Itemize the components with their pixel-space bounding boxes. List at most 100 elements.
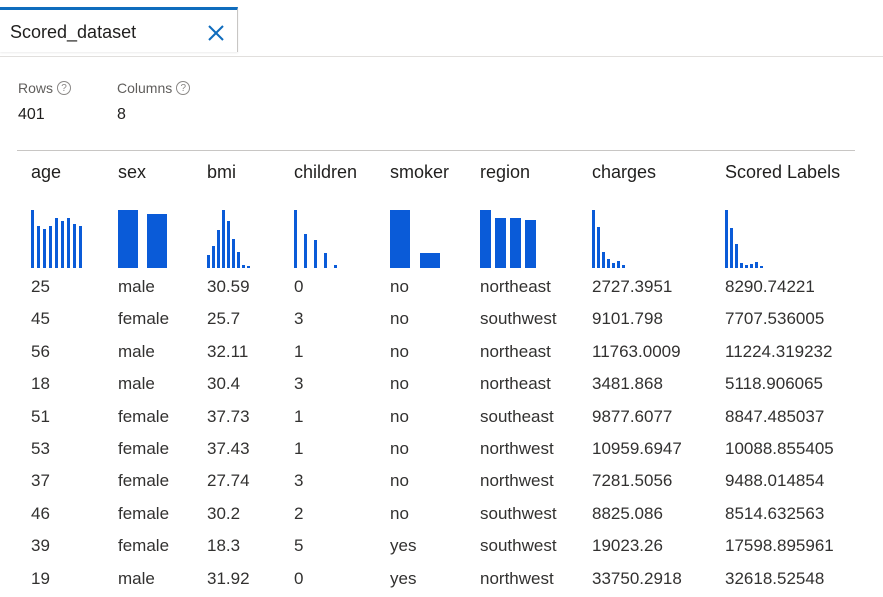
histogram-bar xyxy=(49,226,52,268)
histogram-bar xyxy=(420,253,440,268)
table-cell: 0 xyxy=(294,277,304,296)
table-cell: no xyxy=(390,504,409,523)
table-cell: 30.2 xyxy=(207,504,241,523)
table-cell: 7281.5056 xyxy=(592,471,673,490)
table-cell: 19023.26 xyxy=(592,536,663,555)
table-cell: 1 xyxy=(294,439,304,458)
table-cell: 32618.52548 xyxy=(725,569,825,588)
table-cell: male xyxy=(118,569,155,588)
close-icon[interactable] xyxy=(205,22,227,44)
help-icon[interactable]: ? xyxy=(176,81,191,95)
histogram-bar xyxy=(612,263,615,268)
histogram-bar xyxy=(31,210,34,268)
table-cell: 31.92 xyxy=(207,569,250,588)
histogram-bar xyxy=(147,214,167,268)
histogram-bar xyxy=(592,210,595,268)
table-cell: northeast xyxy=(480,342,551,361)
table-cell: northeast xyxy=(480,374,551,393)
table-cell: 7707.536005 xyxy=(725,309,825,328)
tab-scored-dataset[interactable]: Scored_dataset xyxy=(0,7,238,52)
table-cell: 3481.868 xyxy=(592,374,663,393)
histogram-bar xyxy=(480,210,491,268)
table-cell: 0 xyxy=(294,569,304,588)
table-cell: 51 xyxy=(31,407,50,426)
histogram-bar xyxy=(607,259,610,268)
column-header[interactable]: charges xyxy=(592,162,656,183)
table-cell: no xyxy=(390,374,409,393)
table-cell: 53 xyxy=(31,439,50,458)
table-cell: northwest xyxy=(480,471,554,490)
histogram-bar xyxy=(118,210,138,268)
table-cell: female xyxy=(118,439,170,458)
column-header[interactable]: smoker xyxy=(390,162,449,183)
tab-bar: Scored_dataset xyxy=(0,0,883,57)
histogram-bar xyxy=(510,218,521,268)
help-icon[interactable]: ? xyxy=(57,81,72,95)
table-cell: 19 xyxy=(31,569,50,588)
columns-value: 8 xyxy=(117,106,126,123)
column-header[interactable]: children xyxy=(294,162,357,183)
table-cell: 1 xyxy=(294,407,304,426)
histogram-bar xyxy=(755,262,758,268)
table-cell: no xyxy=(390,277,409,296)
table-cell: 32.11 xyxy=(207,342,249,361)
histogram-bar xyxy=(597,227,600,268)
rows-stat: Rows ? 401 xyxy=(18,80,72,124)
table-cell: southwest xyxy=(480,504,557,523)
histogram-bar xyxy=(242,265,245,268)
histogram-bar xyxy=(227,221,230,268)
column-header[interactable]: sex xyxy=(118,162,146,183)
histogram-bar xyxy=(294,210,297,268)
table-cell: no xyxy=(390,309,409,328)
histogram-bar xyxy=(304,234,307,268)
table-cell: 56 xyxy=(31,342,50,361)
table-cell: northwest xyxy=(480,569,554,588)
histogram-bar xyxy=(495,218,506,268)
table-cell: 3 xyxy=(294,309,304,328)
table-cell: 9488.014854 xyxy=(725,471,825,490)
table-cell: 1 xyxy=(294,342,304,361)
histogram-bar xyxy=(207,255,210,268)
column-header[interactable]: age xyxy=(31,162,61,183)
rows-value: 401 xyxy=(18,106,45,123)
histogram-bar xyxy=(43,229,46,268)
table-cell: 10088.855405 xyxy=(725,439,834,458)
columns-stat: Columns ? 8 xyxy=(117,80,191,124)
table-cell: southeast xyxy=(480,407,554,426)
table-cell: male xyxy=(118,277,155,296)
histogram-bar xyxy=(222,210,225,268)
histogram-bar xyxy=(79,226,82,268)
table-cell: 30.59 xyxy=(207,277,250,296)
tab-title: Scored_dataset xyxy=(10,22,137,42)
table-cell: 9101.798 xyxy=(592,309,663,328)
table-cell: 17598.895961 xyxy=(725,536,834,555)
table-cell: 45 xyxy=(31,309,50,328)
histogram-bar xyxy=(334,265,337,268)
table-cell: 18.3 xyxy=(207,536,241,555)
table-cell: no xyxy=(390,342,409,361)
table-cell: yes xyxy=(390,569,417,588)
table-cell: no xyxy=(390,407,409,426)
column-header[interactable]: region xyxy=(480,162,530,183)
table-cell: 25 xyxy=(31,277,50,296)
column-header[interactable]: Scored Labels xyxy=(725,162,840,183)
table-cell: 5 xyxy=(294,536,304,555)
table-cell: male xyxy=(118,374,155,393)
table-cell: no xyxy=(390,439,409,458)
table-cell: 39 xyxy=(31,536,50,555)
table-cell: 2 xyxy=(294,504,304,523)
table-cell: 11763.0009 xyxy=(592,342,681,361)
table-cell: no xyxy=(390,471,409,490)
table-cell: male xyxy=(118,342,155,361)
table-cell: 37.73 xyxy=(207,407,250,426)
table-cell: 8290.74221 xyxy=(725,277,815,296)
table-cell: female xyxy=(118,471,170,490)
table-cell: 27.74 xyxy=(207,471,250,490)
table-cell: 30.4 xyxy=(207,374,241,393)
rows-label: Rows xyxy=(18,80,54,96)
column-header[interactable]: bmi xyxy=(207,162,236,183)
table-cell: 8514.632563 xyxy=(725,504,825,523)
histogram-bar xyxy=(390,210,410,268)
divider xyxy=(17,150,855,151)
table-cell: southwest xyxy=(480,536,557,555)
